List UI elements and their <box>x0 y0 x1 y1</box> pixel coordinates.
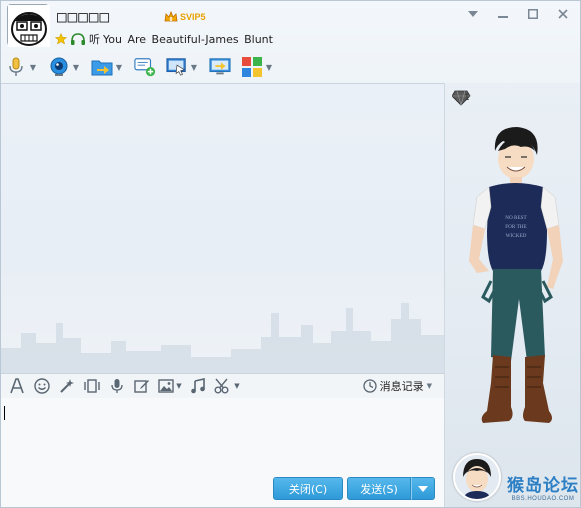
edit-icon <box>134 380 149 393</box>
window-menu-button[interactable] <box>458 5 488 23</box>
message-record-button[interactable]: 消息记录 ▼ <box>362 378 432 394</box>
folder-send-icon <box>91 60 113 76</box>
text-caret <box>4 406 5 420</box>
minimize-button[interactable] <box>488 5 518 23</box>
send-button[interactable]: 发送(S) <box>347 477 411 500</box>
smiley-icon <box>34 378 50 394</box>
chevron-down-icon[interactable]: ▼ <box>189 62 199 72</box>
window-shake-button[interactable] <box>82 376 102 396</box>
maximize-icon <box>528 9 538 19</box>
image-icon <box>158 379 174 393</box>
action-bar: 关闭(C) 发送(S) <box>1 476 444 507</box>
watermark-url: BBS.HOUDAO.COM <box>511 496 575 502</box>
svg-text:FOR THE: FOR THE <box>505 224 526 230</box>
scissors-icon <box>214 378 229 394</box>
remote-desktop-icon <box>166 58 186 76</box>
triangle-down-icon <box>468 11 478 17</box>
clock-icon <box>362 379 377 393</box>
chat-header: □□□□□ 8 SVIP5 听 You Are Beautiful-James … <box>1 1 580 83</box>
image-button[interactable]: ▼ <box>157 376 183 396</box>
toolbar-apps[interactable]: ▼ <box>241 54 274 80</box>
svg-text:WICKED: WICKED <box>506 233 527 239</box>
font-icon <box>10 378 24 394</box>
toolbar-send-file[interactable]: ▼ <box>91 54 124 80</box>
message-input[interactable] <box>1 398 444 476</box>
contact-nickname: □□□□□ <box>57 7 111 26</box>
self-avatar[interactable] <box>453 453 501 501</box>
voice-message-button[interactable] <box>107 376 127 396</box>
crown-icon: 8 <box>164 10 178 23</box>
message-record-label: 消息记录 <box>379 380 424 393</box>
chevron-down-icon[interactable]: ▼ <box>264 62 274 72</box>
toolbar-voice-call[interactable]: ▼ <box>5 54 38 80</box>
music-button[interactable] <box>188 376 208 396</box>
edit-button[interactable] <box>132 376 152 396</box>
function-toolbar: ▼ ▼ ▼ ▼ ▼ <box>5 53 284 81</box>
status-row: 听 You Are Beautiful-James Blunt <box>55 31 273 47</box>
magic-wand-icon <box>60 379 74 393</box>
input-toolbar: ▼ ▼ 消息记录 ▼ <box>1 373 444 398</box>
city-skyline-background <box>1 303 444 373</box>
diamond-icon[interactable] <box>452 89 474 107</box>
svip-badge[interactable]: 8 SVIP5 <box>164 9 206 25</box>
chat-add-icon <box>134 58 156 77</box>
diamond-count: 1 <box>464 93 470 103</box>
music-note-icon <box>191 378 205 394</box>
chevron-down-icon[interactable]: ▼ <box>176 382 181 390</box>
avatar-figure[interactable]: NO REST FOR THE WICKED <box>455 121 575 436</box>
screenshot-button[interactable]: ▼ <box>213 376 241 396</box>
close-window-button[interactable] <box>548 5 578 23</box>
close-button[interactable]: 关闭(C) <box>273 477 343 500</box>
forum-watermark: 猴岛论坛 BBS.HOUDAO.COM <box>505 471 580 505</box>
headphones-icon[interactable] <box>70 32 86 46</box>
microphone-icon <box>111 379 123 393</box>
shake-icon <box>84 379 100 393</box>
chevron-down-icon[interactable]: ▼ <box>234 382 239 390</box>
window-controls <box>458 5 578 23</box>
svg-text:8: 8 <box>170 17 173 23</box>
toolbar-video-call[interactable]: ▼ <box>48 54 81 80</box>
chat-window: □□□□□ 8 SVIP5 听 You Are Beautiful-James … <box>0 0 581 508</box>
maximize-button[interactable] <box>518 5 548 23</box>
apps-grid-icon <box>242 57 262 77</box>
minimize-icon <box>498 16 508 18</box>
microphone-icon <box>9 57 23 76</box>
message-history[interactable] <box>1 83 444 373</box>
chevron-down-icon[interactable]: ▼ <box>28 62 38 72</box>
chevron-down-icon[interactable]: ▼ <box>427 382 432 390</box>
emoji-button[interactable] <box>32 376 52 396</box>
toolbar-remote-assist[interactable]: ▼ <box>166 54 199 80</box>
webcam-icon <box>50 57 68 76</box>
toolbar-create-discussion[interactable] <box>134 54 156 80</box>
contact-avatar[interactable] <box>7 4 50 47</box>
toolbar-share-screen[interactable] <box>209 54 231 80</box>
listening-prefix: 听 <box>89 33 100 46</box>
close-icon <box>558 9 568 19</box>
font-button[interactable] <box>7 376 27 396</box>
send-options-button[interactable] <box>411 477 435 500</box>
svg-text:NO REST: NO REST <box>505 215 527 221</box>
watermark-title: 猴岛论坛 <box>507 476 579 496</box>
now-playing-song[interactable]: You Are Beautiful-James Blunt <box>103 33 273 46</box>
triangle-down-icon <box>418 485 428 492</box>
screen-share-icon <box>209 58 231 75</box>
svip-label: SVIP5 <box>180 12 206 22</box>
chevron-down-icon[interactable]: ▼ <box>114 62 124 72</box>
avatar-show-panel: 1 NO REST FOR THE WICKED 猴岛论坛 BBS.HOUDAO… <box>444 83 580 507</box>
magic-button[interactable] <box>57 376 77 396</box>
chevron-down-icon[interactable]: ▼ <box>71 62 81 72</box>
star-icon[interactable] <box>55 33 67 45</box>
